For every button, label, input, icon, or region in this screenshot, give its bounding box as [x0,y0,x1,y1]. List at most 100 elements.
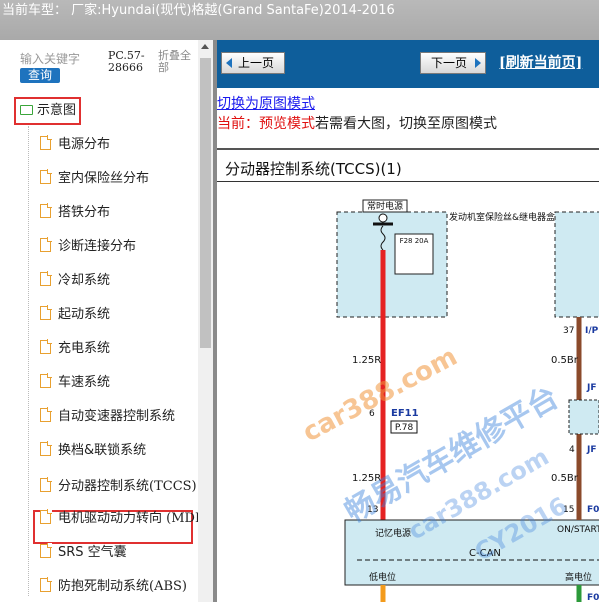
tree-item-label: 冷却系统 [58,273,111,288]
pin-6-label: 6 [369,409,375,419]
window-header: 当前车型： 厂家:Hyundai(现代)格越(Grand SantaFe)201… [0,0,599,40]
right-box [554,211,599,318]
tree-item-label: 搭铁分布 [58,205,111,220]
wire-label-1: 1.25R [352,355,381,366]
tree-item-cooling[interactable]: 冷却系统 [40,270,110,292]
tree-root-label: 示意图 [37,103,77,118]
tree-item-srs-airbag[interactable]: SRS 空气囊 [40,542,127,564]
search-box: 输入关键字 查询 [20,50,102,83]
document-icon [40,373,52,388]
low-label: 低电位 [369,571,396,583]
pc-number: PC.57-28666 [108,49,145,74]
arrow-left-icon [226,58,232,68]
onstart-label: ON/START输入 [557,523,599,535]
tree-item-label: 充电系统 [58,341,111,356]
switch-original-mode-link[interactable]: 切换为原图模式 [217,93,315,113]
wire-label-3: 0.5Br [551,355,579,366]
document-icon [40,203,52,218]
mode-status: 当前：预览模式若需看大图，切换至原图模式 [217,113,497,133]
tree-item-label: SRS 空气囊 [58,545,127,560]
prev-page-label: 上一页 [238,56,275,70]
folder-icon [20,105,33,115]
search-input[interactable]: 输入关键字 [20,50,102,68]
tree-item-interior-fuse[interactable]: 室内保险丝分布 [40,168,149,190]
document-icon [40,477,52,492]
jf-label-2: JF [586,445,597,455]
content-panel: 上一页 下一页 [刷新当前页] 切换为原图模式 当前：预览模式若需看大图，切换至… [217,40,599,602]
tree-item-charging[interactable]: 充电系统 [40,338,110,360]
document-icon [40,271,52,286]
document-icon [40,407,52,422]
current-model-label: 当前车型： 厂家:Hyundai(现代)格越(Grand SantaFe)201… [2,3,395,18]
document-icon [40,577,52,592]
jf-label-1: JF [586,383,597,393]
scroll-up-arrow-icon[interactable] [201,44,209,49]
fuse-box-label: 发动机室保险丝&继电器盒 [449,211,555,223]
tree-item-mdps[interactable]: 电机驱动动力转向 (MDP [40,508,204,530]
pin-4-label: 4 [569,445,575,455]
wiring-diagram-svg: 常时电源 F28 20A 发动机室保险丝&继电器盒 1.25R 6 EF11 P… [336,199,599,602]
tree-item-label: 分动器控制系统(TCCS) [58,479,197,494]
junction-box [568,399,599,435]
document-icon [40,305,52,320]
fo-label: F0 [587,505,599,515]
refresh-page-link[interactable]: [刷新当前页] [499,52,582,72]
tree-item-tccs[interactable]: 分动器控制系统(TCCS) [40,476,197,498]
wire-label-4: 0.5Br [551,473,579,484]
tree-item-power-distribution[interactable]: 电源分布 [40,134,110,156]
tree-item-label: 诊断连接分布 [58,239,137,254]
document-icon [40,441,52,456]
tree-item-vehicle-speed[interactable]: 车速系统 [40,372,110,394]
high-label: 高电位 [565,571,592,583]
tree-item-starting[interactable]: 起动系统 [40,304,110,326]
document-icon [40,169,52,184]
mode-prefix: 当前： [217,116,259,132]
page-nav-bar: 上一页 下一页 [刷新当前页] [217,40,599,88]
next-page-button[interactable]: 下一页 [420,52,486,74]
tree-item-label: 室内保险丝分布 [58,171,150,186]
constant-power-label: 常时电源 [367,200,403,212]
collapse-all-link[interactable]: 折叠全部 [158,50,200,74]
tree-item-ground-distribution[interactable]: 搭铁分布 [40,202,110,224]
wiring-diagram: 分动器控制系统(TCCS)(1) 常时电源 F28 20A 发动机室保险丝&继电… [217,148,599,602]
document-icon [40,339,52,354]
sidebar: 输入关键字 查询 PC.57-28666 折叠全部 示意图 电源分布 室内保险丝… [0,40,213,602]
wire-label-2: 1.25R [352,473,381,484]
arrow-right-icon [475,58,481,68]
tree-item-abs[interactable]: 防抱死制动系统(ABS) [40,576,187,598]
pin-15-label: 15 [563,505,574,515]
tree-item-label: 自动变速器控制系统 [58,409,176,424]
fo-label-2: F0 [587,593,599,602]
fuse-label: F28 20A [400,237,429,245]
document-icon [40,237,52,252]
sidebar-scrollbar[interactable] [198,40,213,602]
power-node [378,213,388,223]
tree-item-label: 车速系统 [58,375,111,390]
memory-power-label: 记忆电源 [375,527,411,539]
tree-item-label: 电机驱动动力转向 (MDP [58,511,204,526]
tree-item-label: 防抱死制动系统(ABS) [58,579,187,594]
prev-page-button[interactable]: 上一页 [221,52,285,74]
ccan-label: C-CAN [469,548,501,559]
tree-item-label: 换档&联锁系统 [58,443,147,458]
page-ref-label: P.78 [395,423,414,433]
next-page-label: 下一页 [431,56,468,70]
tree-item-auto-transmission[interactable]: 自动变速器控制系统 [40,406,175,428]
document-icon [40,509,52,524]
document-icon [40,543,52,558]
mode-hint: 若需看大图，切换至原图模式 [315,116,497,132]
tree-item-diagnostic-connector[interactable]: 诊断连接分布 [40,236,136,258]
pin-37-label: 37 [563,326,574,336]
mode-value: 预览模式 [259,116,315,132]
tree-item-shift-interlock[interactable]: 换档&联锁系统 [40,440,146,462]
tree-item-label: 起动系统 [58,307,111,322]
document-icon [40,135,52,150]
pin-13-label: 13 [367,505,378,515]
scrollbar-thumb[interactable] [200,58,211,348]
ip-label: I/P [585,326,599,336]
ef11-label: EF11 [391,408,419,419]
tree-item-label: 电源分布 [58,137,111,152]
tree-guide-line [28,126,29,596]
search-button[interactable]: 查询 [20,68,61,83]
tree-root-diagrams[interactable]: 示意图 [14,97,81,125]
